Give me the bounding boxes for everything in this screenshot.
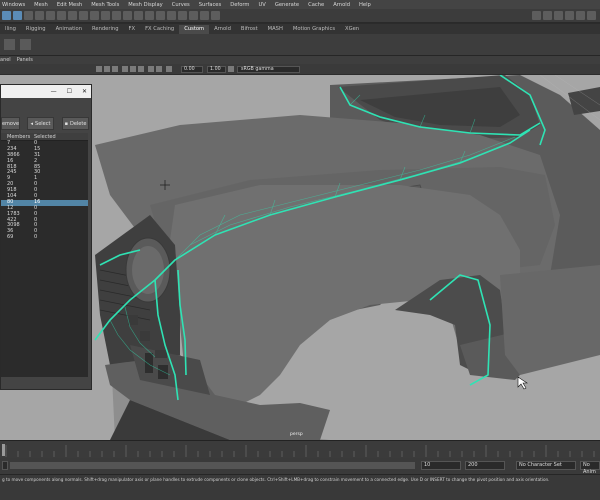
status-tool-icon[interactable] <box>46 11 55 20</box>
color-space-select[interactable]: sRGB gamma <box>237 66 300 73</box>
menu-mesh-display[interactable]: Mesh Display <box>128 2 162 8</box>
menu-uv[interactable]: UV <box>258 2 265 8</box>
time-slider[interactable] <box>0 440 600 458</box>
panel-menu-panels[interactable]: Panels <box>17 57 33 63</box>
delete-button[interactable]: ▪ Delete <box>62 117 89 130</box>
range-bar[interactable] <box>10 462 415 469</box>
status-tool-icon[interactable] <box>211 11 220 20</box>
render-tool-icon[interactable] <box>554 11 563 20</box>
menu-cache[interactable]: Cache <box>308 2 324 8</box>
status-tool-icon[interactable] <box>123 11 132 20</box>
status-tool-icon[interactable] <box>189 11 198 20</box>
status-tool-icon[interactable] <box>145 11 154 20</box>
shelf-icons <box>4 39 31 50</box>
status-tool-icon[interactable] <box>57 11 66 20</box>
status-tool-icon[interactable] <box>35 11 44 20</box>
close-icon[interactable]: ✕ <box>82 88 87 95</box>
dialog-titlebar[interactable]: — ☐ ✕ <box>1 85 91 98</box>
anim-layer-select[interactable]: No Anim <box>580 461 600 475</box>
sets-dialog[interactable]: — ☐ ✕ emove ◂ Select ▪ Delete Members Se… <box>0 84 92 390</box>
menu-curves[interactable]: Curves <box>172 2 190 8</box>
menu-surfaces[interactable]: Surfaces <box>199 2 221 8</box>
status-tool-icon[interactable] <box>13 11 22 20</box>
render-tool-icon[interactable] <box>565 11 574 20</box>
shelf-tabs: lling Rigging Animation Rendering FX FX Cachi… <box>0 24 600 34</box>
render-tool-icon[interactable] <box>576 11 585 20</box>
shelf-tab-xgen[interactable]: XGen <box>340 25 364 34</box>
menu-mesh-tools[interactable]: Mesh Tools <box>91 2 119 8</box>
status-tool-icon[interactable] <box>167 11 176 20</box>
table-row[interactable]: 69 0 <box>1 234 88 241</box>
sets-table[interactable]: Members Selected 7 0 234 15 3866 31 16 2 818 85 24… <box>1 133 88 377</box>
status-tool-icon[interactable] <box>68 11 77 20</box>
status-tool-icon[interactable] <box>24 11 33 20</box>
range-end-field[interactable]: 200 <box>465 461 505 470</box>
shelf-tab-custom[interactable]: Custom <box>179 25 210 34</box>
viewport-toolbar-icons <box>96 66 234 72</box>
menu-arnold[interactable]: Arnold <box>333 2 350 8</box>
main-menubar: Windows Mesh Edit Mesh Mesh Tools Mesh Displ… <box>0 0 600 9</box>
character-set-select[interactable]: No Character Set <box>516 461 576 470</box>
panel-menu-anel[interactable]: anel <box>0 57 11 63</box>
render-tool-icon[interactable] <box>532 11 541 20</box>
exposure-field[interactable]: 0.00 <box>181 66 203 73</box>
panel-menubar: anel Panels <box>0 56 600 64</box>
shelf-tab-lling[interactable]: lling <box>0 25 21 34</box>
menu-windows[interactable]: Windows <box>2 2 25 8</box>
shelf-tab-arnold[interactable]: Arnold <box>209 25 236 34</box>
status-tool-icon[interactable] <box>156 11 165 20</box>
range-start-field[interactable]: 10 <box>421 461 461 470</box>
shelf-tab-rendering[interactable]: Rendering <box>87 25 124 34</box>
camera-label: persp <box>290 432 303 437</box>
menu-mesh[interactable]: Mesh <box>34 2 48 8</box>
render-tool-icon[interactable] <box>587 11 596 20</box>
shelf-tab-rigging[interactable]: Rigging <box>21 25 51 34</box>
select-button[interactable]: ◂ Select <box>27 117 54 130</box>
menu-deform[interactable]: Deform <box>230 2 249 8</box>
shelf-tab-motion-graphics[interactable]: Motion Graphics <box>288 25 340 34</box>
status-tool-icon[interactable] <box>2 11 11 20</box>
shelf-tab-fx-caching[interactable]: FX Caching <box>140 25 179 34</box>
viewport-toolbar: 0.00 1.00 sRGB gamma <box>0 64 600 75</box>
members-header[interactable]: Members <box>7 133 34 140</box>
status-tool-icon[interactable] <box>200 11 209 20</box>
table-header: Members Selected <box>1 133 88 141</box>
menu-help[interactable]: Help <box>359 2 371 8</box>
render-tool-icon[interactable] <box>543 11 552 20</box>
status-tool-icon[interactable] <box>101 11 110 20</box>
trash-icon: ▪ <box>64 120 68 127</box>
gamma-field[interactable]: 1.00 <box>207 66 226 73</box>
status-tool-icon[interactable] <box>90 11 99 20</box>
range-slider[interactable]: 10 200 No Character Set No Anim <box>0 458 600 475</box>
shelf-tab-mash[interactable]: MASH <box>263 25 288 34</box>
selected-header[interactable]: Selected <box>34 133 64 140</box>
time-ticks <box>2 444 595 457</box>
help-text: g to move components along normals. Shif… <box>2 477 550 482</box>
select-icon: ◂ <box>30 120 34 127</box>
menu-edit-mesh[interactable]: Edit Mesh <box>57 2 82 8</box>
range-start-handle[interactable] <box>2 461 8 470</box>
maximize-icon[interactable]: ☐ <box>67 88 72 95</box>
help-line: g to move components along normals. Shif… <box>0 474 600 500</box>
shelf-bar <box>0 34 600 56</box>
shelf-tab-fx[interactable]: FX <box>124 25 141 34</box>
remove-button[interactable]: emove <box>1 117 20 130</box>
selected-cell: 0 <box>34 234 38 241</box>
minimize-icon[interactable]: — <box>51 88 57 95</box>
status-tool-icon[interactable] <box>112 11 121 20</box>
status-tool-icon[interactable] <box>134 11 143 20</box>
members-cell: 69 <box>7 234 14 241</box>
status-tool-icon[interactable] <box>178 11 187 20</box>
status-tool-icon[interactable] <box>79 11 88 20</box>
status-line <box>0 9 600 23</box>
shelf-tab-bifrost[interactable]: Bifrost <box>236 25 263 34</box>
shelf-tab-animation[interactable]: Animation <box>51 25 87 34</box>
menu-generate[interactable]: Generate <box>275 2 299 8</box>
